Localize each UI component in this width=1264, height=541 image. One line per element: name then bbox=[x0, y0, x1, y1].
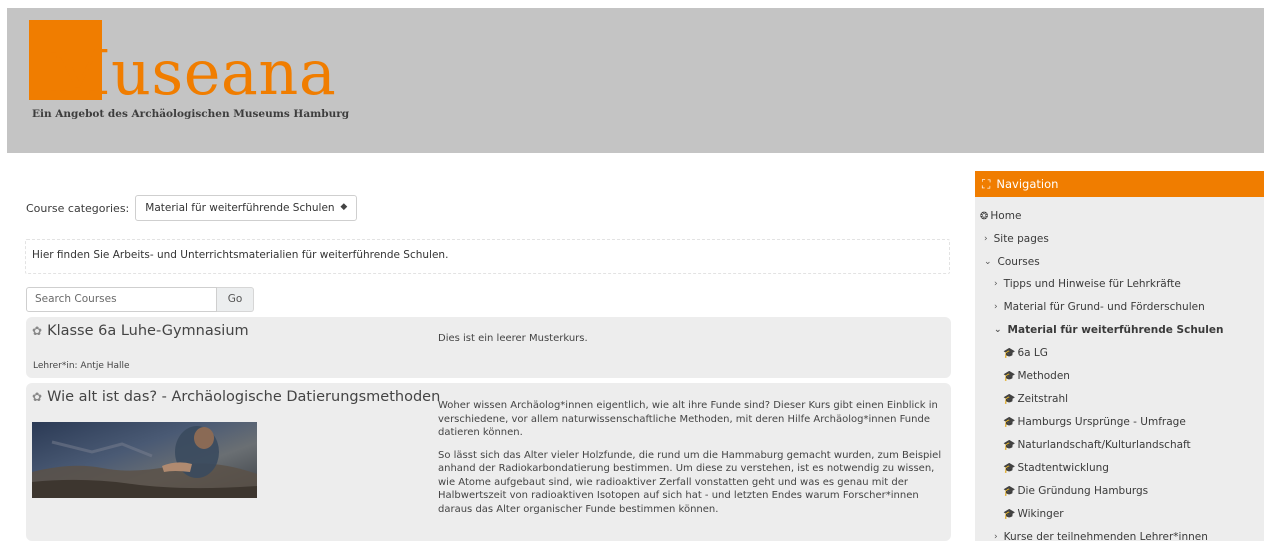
course-image[interactable] bbox=[32, 422, 257, 498]
nav-item-course[interactable]: 🎓 Die Gründung Hamburgs bbox=[1003, 485, 1148, 497]
nav-item-course[interactable]: 🎓 Hamburgs Ursprünge - Umfrage bbox=[1003, 416, 1186, 428]
graduation-cap-icon: 🎓 bbox=[1003, 508, 1016, 520]
course-summary-text: Woher wissen Archäolog*innen eigentlich,… bbox=[438, 400, 938, 438]
navigation-title: Navigation bbox=[996, 177, 1059, 191]
chevron-down-icon: ⌄ bbox=[984, 257, 992, 267]
museana-logo[interactable]: Museana Ein Angebot des Archäologischen … bbox=[27, 20, 387, 130]
navigation-header: ⛶ Navigation bbox=[975, 171, 1264, 197]
course-summary-text: Dies ist ein leerer Musterkurs. bbox=[438, 333, 588, 344]
course-card: ✿ Klasse 6a Luhe-Gymnasium Lehrer*in: An… bbox=[26, 317, 951, 378]
nav-item-label: Home bbox=[990, 210, 1022, 222]
dashboard-icon: ❂ bbox=[980, 210, 989, 222]
chevron-down-icon: ⌄ bbox=[994, 325, 1002, 335]
course-summary: Woher wissen Archäolog*innen eigentlich,… bbox=[438, 399, 943, 516]
sitemap-icon: ⛶ bbox=[982, 176, 991, 191]
nav-item-grundschulen[interactable]: › Material für Grund- und Förderschulen bbox=[994, 301, 1205, 313]
nav-item-course[interactable]: 🎓 6a LG bbox=[1003, 347, 1048, 359]
nav-item-label: Material für Grund- und Förderschulen bbox=[1003, 301, 1205, 313]
category-row: Course categories: Material für weiterfü… bbox=[26, 195, 358, 221]
nav-item-label: Material für weiterführende Schulen bbox=[1007, 324, 1224, 336]
nav-item-course[interactable]: 🎓 Naturlandschaft/Kulturlandschaft bbox=[1003, 439, 1191, 451]
search-courses-input[interactable]: Search Courses bbox=[26, 287, 217, 312]
chevron-right-icon: › bbox=[994, 302, 998, 312]
chevron-right-icon: › bbox=[994, 279, 998, 289]
nav-item-label: Tipps und Hinweise für Lehrkräfte bbox=[1003, 278, 1181, 290]
nav-item-label: Kurse der teilnehmenden Lehrer*innen bbox=[1003, 531, 1208, 541]
course-card: ✿ Wie alt ist das? - Archäologische Dati… bbox=[26, 383, 951, 541]
course-title: Klasse 6a Luhe-Gymnasium bbox=[47, 323, 249, 339]
course-title-link[interactable]: ✿ Wie alt ist das? - Archäologische Dati… bbox=[32, 389, 440, 405]
graduation-cap-icon: 🎓 bbox=[1003, 462, 1016, 474]
category-label: Course categories: bbox=[26, 201, 130, 215]
course-title-link[interactable]: ✿ Klasse 6a Luhe-Gymnasium bbox=[32, 323, 249, 339]
course-summary-text: So lässt sich das Alter vieler Holzfunde… bbox=[438, 449, 942, 515]
logo-subtitle: Ein Angebot des Archäologischen Museums … bbox=[32, 108, 350, 120]
course-title: Wie alt ist das? - Archäologische Datier… bbox=[47, 389, 441, 405]
nav-item-label: Stadtentwicklung bbox=[1017, 462, 1109, 474]
course-icon: ✿ bbox=[32, 324, 43, 338]
nav-item-course[interactable]: 🎓 Stadtentwicklung bbox=[1003, 462, 1109, 474]
nav-item-label: Zeitstrahl bbox=[1017, 393, 1069, 405]
nav-item-label: Naturlandschaft/Kulturlandschaft bbox=[1017, 439, 1191, 451]
graduation-cap-icon: 🎓 bbox=[1003, 439, 1016, 451]
nav-item-course[interactable]: 🎓 Zeitstrahl bbox=[1003, 393, 1068, 405]
nav-item-course[interactable]: 🎓 Wikinger bbox=[1003, 508, 1064, 520]
course-search: Search Courses Go bbox=[26, 287, 254, 312]
nav-item-kurse-lehrer[interactable]: › Kurse der teilnehmenden Lehrer*innen bbox=[994, 531, 1208, 541]
course-image-photo bbox=[32, 426, 257, 498]
navigation-block: ⛶ Navigation ❂ Home › Site pages ⌄ Cours… bbox=[975, 171, 1264, 541]
graduation-cap-icon: 🎓 bbox=[1003, 393, 1016, 405]
course-summary: Dies ist ein leerer Musterkurs. bbox=[438, 332, 943, 346]
select-arrows-icon: ◆ bbox=[340, 202, 348, 212]
site-header: Museana Ein Angebot des Archäologischen … bbox=[7, 8, 1264, 153]
category-selected-value: Material für weiterführende Schulen bbox=[145, 202, 335, 214]
nav-item-label: Die Gründung Hamburgs bbox=[1017, 485, 1149, 497]
graduation-cap-icon: 🎓 bbox=[1003, 416, 1016, 428]
graduation-cap-icon: 🎓 bbox=[1003, 347, 1016, 359]
nav-item-tipps[interactable]: › Tipps und Hinweise für Lehrkräfte bbox=[994, 278, 1181, 290]
nav-item-courses[interactable]: ⌄ Courses bbox=[984, 256, 1040, 268]
nav-item-label: Site pages bbox=[993, 233, 1049, 245]
graduation-cap-icon: 🎓 bbox=[1003, 370, 1016, 382]
nav-item-label: Wikinger bbox=[1017, 508, 1064, 520]
nav-item-home[interactable]: ❂ Home bbox=[980, 210, 1021, 222]
course-icon: ✿ bbox=[32, 390, 43, 404]
chevron-right-icon: › bbox=[994, 532, 998, 541]
category-select[interactable]: Material für weiterführende Schulen ◆ bbox=[135, 195, 358, 221]
nav-item-weiterfuehrende-schulen[interactable]: ⌄ Material für weiterführende Schulen bbox=[994, 324, 1223, 336]
graduation-cap-icon: 🎓 bbox=[1003, 485, 1016, 497]
nav-item-site-pages[interactable]: › Site pages bbox=[984, 233, 1049, 245]
nav-item-label: Methoden bbox=[1017, 370, 1070, 382]
course-teacher: Lehrer*in: Antje Halle bbox=[33, 361, 130, 371]
nav-item-label: 6a LG bbox=[1017, 347, 1048, 359]
logo-wordmark: Museana bbox=[47, 36, 337, 109]
nav-item-label: Hamburgs Ursprünge - Umfrage bbox=[1017, 416, 1186, 428]
nav-item-label: Courses bbox=[997, 256, 1040, 268]
nav-item-course[interactable]: 🎓 Methoden bbox=[1003, 370, 1070, 382]
chevron-right-icon: › bbox=[984, 234, 988, 244]
search-go-button[interactable]: Go bbox=[217, 287, 254, 312]
category-description: Hier finden Sie Arbeits- und Unterrichts… bbox=[25, 239, 950, 274]
